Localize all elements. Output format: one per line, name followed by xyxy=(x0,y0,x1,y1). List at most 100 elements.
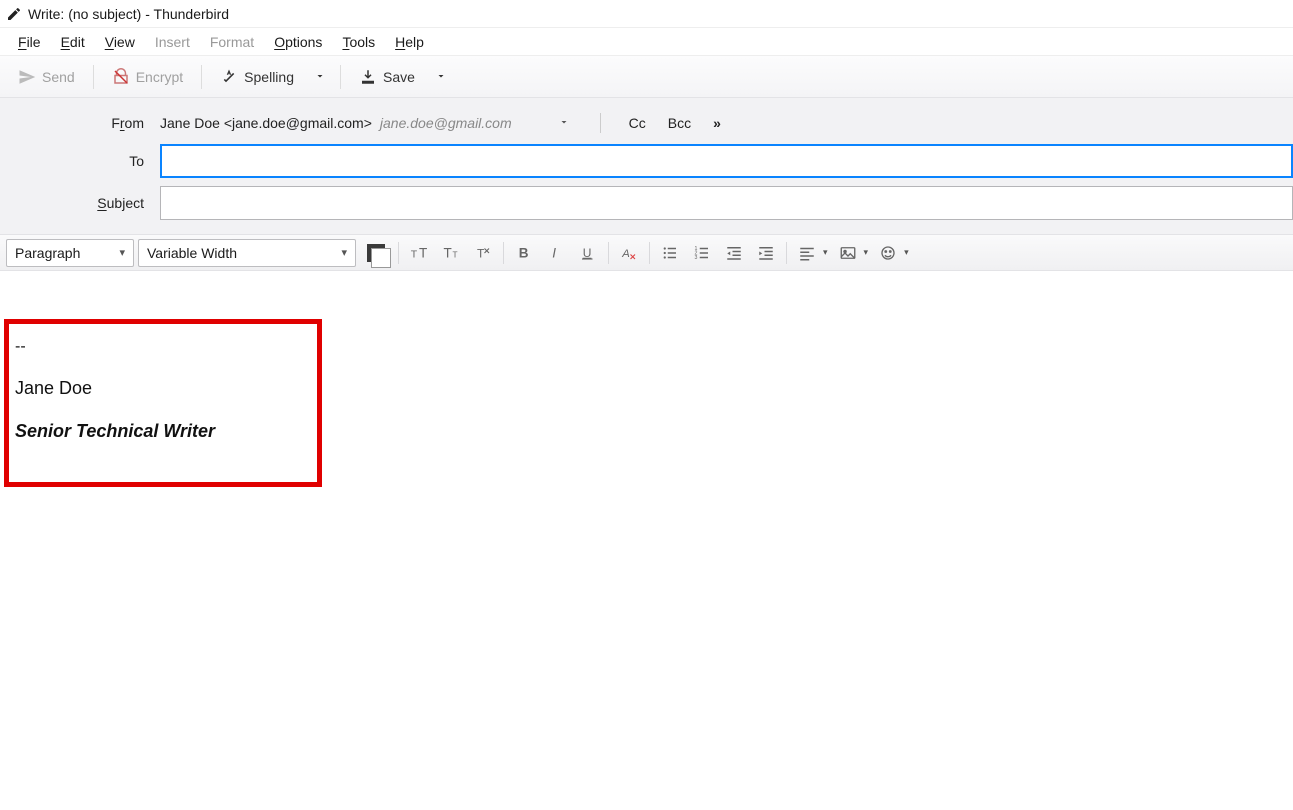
menu-help-rest: elp xyxy=(405,34,424,50)
spelling-button[interactable]: Spelling xyxy=(210,62,304,92)
clear-formatting-button[interactable]: A xyxy=(615,239,643,267)
menu-view-rest: iew xyxy=(114,34,135,50)
svg-text:I: I xyxy=(552,245,556,260)
encrypt-icon xyxy=(112,68,130,86)
send-icon xyxy=(18,68,36,86)
svg-text:T: T xyxy=(419,245,427,260)
decrease-font-size-button[interactable]: TT xyxy=(437,239,465,267)
chevron-down-icon: ▾ xyxy=(119,246,125,259)
paragraph-style-value: Paragraph xyxy=(15,245,80,261)
menu-edit-rest: dit xyxy=(70,34,85,50)
to-input[interactable] xyxy=(160,144,1293,178)
window-titlebar: Write: (no subject) - Thunderbird xyxy=(0,0,1293,28)
divider xyxy=(503,242,504,264)
save-button[interactable]: Save xyxy=(349,62,425,92)
toolbar-separator xyxy=(201,65,202,89)
remove-formatting-button[interactable]: T xyxy=(469,239,497,267)
menu-file-rest: ile xyxy=(27,34,41,50)
compose-toolbar: Send Encrypt Spelling Save xyxy=(0,56,1293,98)
chevron-down-icon[interactable] xyxy=(550,113,578,133)
toolbar-separator xyxy=(340,65,341,89)
from-identity: Jane Doe <jane.doe@gmail.com> xyxy=(160,115,372,131)
font-family-value: Variable Width xyxy=(147,245,237,261)
format-toolbar: Paragraph ▾ Variable Width ▾ TT TT T B I… xyxy=(0,235,1293,271)
italic-button[interactable]: I xyxy=(542,239,570,267)
paragraph-style-select[interactable]: Paragraph ▾ xyxy=(6,239,134,267)
svg-text:A: A xyxy=(621,247,630,259)
subject-input[interactable] xyxy=(160,186,1293,220)
signature-highlight: -- Jane Doe Senior Technical Writer xyxy=(4,319,322,487)
from-label: From xyxy=(0,115,150,131)
more-recipients-button[interactable]: » xyxy=(707,113,727,133)
numbered-list-button[interactable]: 123 xyxy=(688,239,716,267)
pencil-icon xyxy=(6,6,22,22)
spelling-dropdown[interactable] xyxy=(308,63,332,91)
insert-image-button[interactable]: ▾ xyxy=(834,239,871,267)
bcc-button[interactable]: Bcc xyxy=(662,113,697,133)
menu-view[interactable]: View xyxy=(95,30,145,54)
svg-text:T: T xyxy=(453,250,458,259)
window-title: Write: (no subject) - Thunderbird xyxy=(28,6,229,22)
divider xyxy=(398,242,399,264)
menu-options[interactable]: Options xyxy=(264,30,332,54)
svg-text:T: T xyxy=(477,246,485,260)
subject-row: Subject xyxy=(0,182,1293,224)
menu-tools[interactable]: Tools xyxy=(332,30,385,54)
signature-separator: -- xyxy=(15,338,311,356)
chevron-down-icon: ▾ xyxy=(821,247,830,258)
align-button[interactable]: ▾ xyxy=(793,239,830,267)
menu-help[interactable]: Help xyxy=(385,30,434,54)
spellcheck-icon xyxy=(220,68,238,86)
svg-text:B: B xyxy=(519,245,529,260)
divider xyxy=(608,242,609,264)
menu-tools-rest: ools xyxy=(349,34,375,50)
subject-label: Subject xyxy=(0,195,150,211)
signature-name: Jane Doe xyxy=(15,378,311,399)
divider xyxy=(649,242,650,264)
chevron-down-icon: ▾ xyxy=(341,246,347,259)
font-family-select[interactable]: Variable Width ▾ xyxy=(138,239,356,267)
save-dropdown[interactable] xyxy=(429,63,453,91)
svg-text:T: T xyxy=(411,248,418,260)
bold-button[interactable]: B xyxy=(510,239,538,267)
to-row: To xyxy=(0,140,1293,182)
align-left-icon xyxy=(793,239,821,267)
save-label: Save xyxy=(383,69,415,85)
encrypt-label: Encrypt xyxy=(136,69,183,85)
chevron-down-icon: ▾ xyxy=(902,247,911,258)
indent-button[interactable] xyxy=(752,239,780,267)
menu-format: Format xyxy=(200,30,264,54)
encrypt-button[interactable]: Encrypt xyxy=(102,62,193,92)
cc-button[interactable]: Cc xyxy=(623,113,652,133)
toolbar-separator xyxy=(93,65,94,89)
outdent-button[interactable] xyxy=(720,239,748,267)
from-account: jane.doe@gmail.com xyxy=(380,115,512,131)
divider xyxy=(786,242,787,264)
send-button[interactable]: Send xyxy=(8,62,85,92)
separator xyxy=(600,113,601,133)
color-swatch-icon xyxy=(367,244,385,262)
chevron-down-icon: ▾ xyxy=(862,247,871,258)
header-fields: From Jane Doe <jane.doe@gmail.com> jane.… xyxy=(0,98,1293,235)
svg-text:T: T xyxy=(444,245,452,260)
spelling-label: Spelling xyxy=(244,69,294,85)
svg-text:U: U xyxy=(583,245,592,259)
image-icon xyxy=(834,239,862,267)
message-body-editor[interactable]: -- Jane Doe Senior Technical Writer xyxy=(0,271,1293,810)
insert-emoji-button[interactable]: ▾ xyxy=(874,239,911,267)
menu-edit[interactable]: Edit xyxy=(51,30,95,54)
menu-file[interactable]: File xyxy=(8,30,51,54)
menu-options-rest: ptions xyxy=(285,34,322,50)
smiley-icon xyxy=(874,239,902,267)
increase-font-size-button[interactable]: TT xyxy=(405,239,433,267)
text-color-button[interactable] xyxy=(360,239,392,267)
signature-title: Senior Technical Writer xyxy=(15,421,311,442)
menubar: File Edit View Insert Format Options Too… xyxy=(0,28,1293,56)
bullet-list-button[interactable] xyxy=(656,239,684,267)
to-label: To xyxy=(0,153,150,169)
from-identity-picker[interactable]: Jane Doe <jane.doe@gmail.com> jane.doe@g… xyxy=(160,113,578,133)
svg-text:3: 3 xyxy=(695,255,698,261)
underline-button[interactable]: U xyxy=(574,239,602,267)
menu-insert: Insert xyxy=(145,30,200,54)
send-label: Send xyxy=(42,69,75,85)
